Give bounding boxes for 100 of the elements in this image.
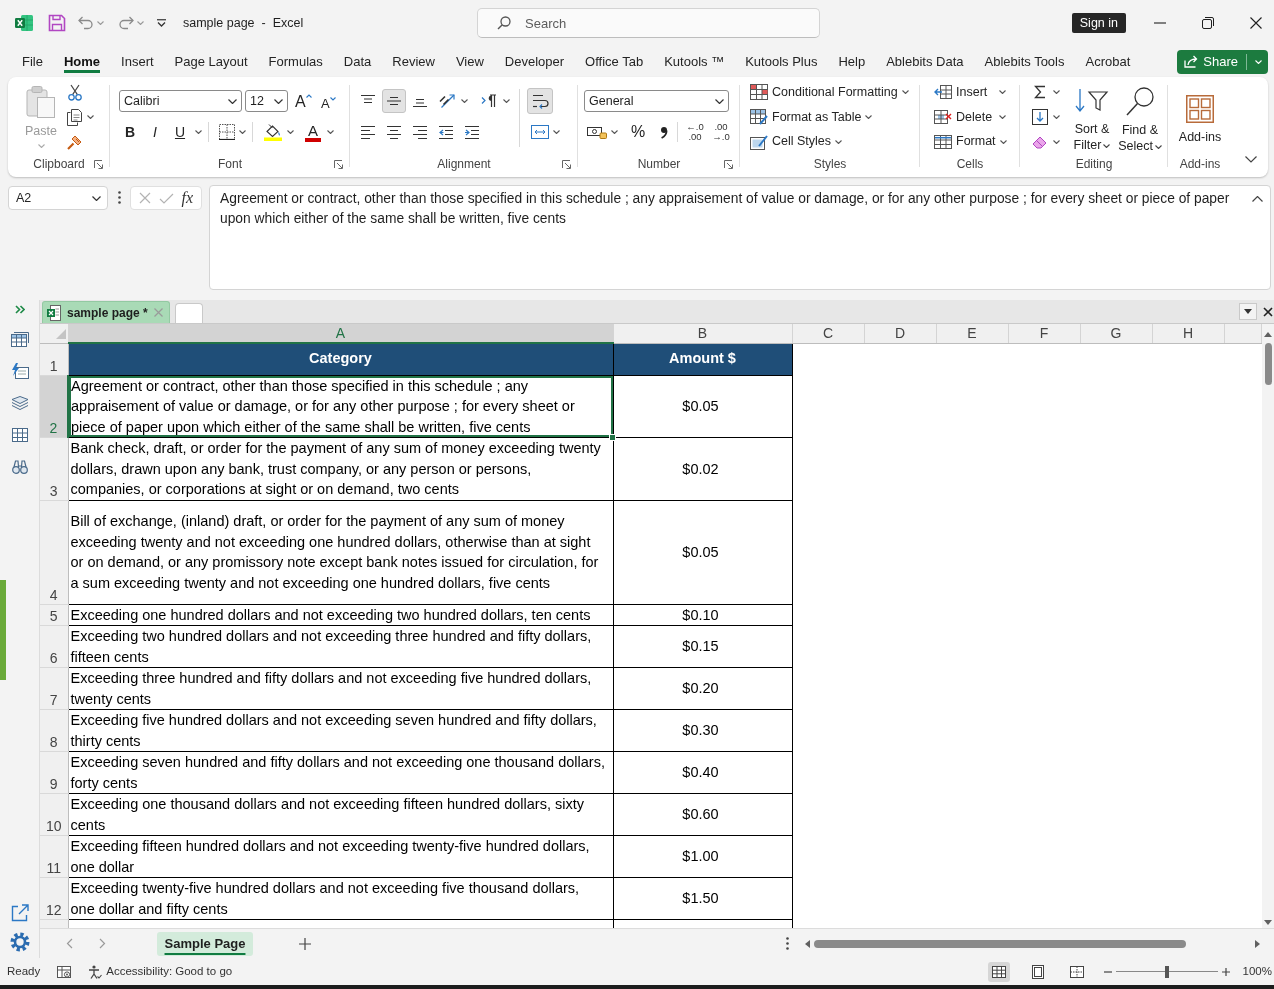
column-heading[interactable]: E (936, 324, 1008, 343)
table-cell[interactable]: $1.00 (613, 835, 792, 878)
insert-function-button[interactable]: fx (181, 190, 194, 206)
caret-icon[interactable] (1103, 143, 1111, 148)
header-cell[interactable]: Amount $ (613, 343, 792, 375)
scroll-left-icon[interactable] (805, 939, 810, 948)
caret-icon[interactable] (274, 98, 283, 104)
fill-bucket-icon[interactable] (264, 123, 282, 141)
column-heading[interactable]: C (792, 324, 864, 343)
ribbon-tab[interactable]: Help (838, 50, 866, 73)
ribbon-tab[interactable]: Kutools ™ (664, 50, 725, 73)
more-options-icon[interactable] (118, 191, 121, 204)
percent-style-button[interactable]: % (630, 121, 646, 143)
settings-icon[interactable] (9, 932, 30, 952)
grow-font-button[interactable]: A (295, 90, 312, 112)
table-cell[interactable]: $0.30 (613, 709, 792, 752)
caret-icon[interactable] (87, 115, 94, 119)
caret-icon[interactable] (835, 139, 843, 144)
table-cell[interactable]: $0.02 (613, 437, 792, 500)
scissors-icon[interactable] (68, 83, 82, 101)
column-heading[interactable]: D (864, 324, 936, 343)
grid-icon[interactable] (11, 428, 28, 442)
table-cell[interactable]: Exceeding five hundred dollars and not exceeding seven hundred and fifty dollars, thirty cents (68, 709, 613, 752)
caret-icon[interactable] (611, 130, 618, 134)
chevron-down-icon[interactable] (1245, 156, 1257, 163)
caret-icon[interactable] (503, 99, 510, 103)
wrap-text-button[interactable] (527, 87, 553, 114)
caret-icon[interactable] (239, 130, 246, 134)
caret-icon[interactable] (228, 98, 237, 104)
ribbon-tab[interactable]: View (455, 50, 484, 73)
table-cell[interactable]: Bill of exchange, (inland) draft, or order for the payment of any sum of money exceeding twenty and not exceeding one hundred dollars, otherwise than at sight or on demand, or any promissory note except bank notes issued for circulation, for a sum exceeding twenty and not exceeding one hundred dollars, five cents (68, 500, 613, 604)
ribbon-tab[interactable]: Ablebits Data (886, 50, 964, 73)
caret-icon[interactable] (553, 130, 560, 134)
layers-icon[interactable] (10, 396, 29, 410)
paragraph-direction-icon[interactable] (481, 94, 497, 108)
table-cell[interactable]: Exceeding seven hundred and fifty dollars and not exceeding one thousand dollars, forty cents (68, 751, 613, 794)
view-button[interactable] (987, 961, 1010, 982)
table-cell[interactable]: $0.15 (613, 625, 792, 668)
cell-styles-button[interactable]: Cell Styles (750, 129, 920, 154)
format-as-table-button[interactable]: Format as Table (750, 104, 920, 130)
banknote-coins-icon[interactable] (587, 125, 607, 139)
add-sheet-icon[interactable] (299, 937, 311, 950)
shrink-font-button[interactable]: A (321, 90, 336, 112)
formula-field[interactable]: Agreement or contract, other than those specified in this schedule ; any appraisement of value or damage, or for any other purpose ; for every sheet or piece of paper upon which either of the same shall be written, five cents (209, 185, 1271, 290)
increase-decimal-button[interactable]: ←.0 .00 (683, 120, 707, 144)
decrease-decimal-button[interactable]: .00 →.0 (709, 120, 733, 144)
ribbon-tab[interactable]: Kutools Plus (745, 50, 818, 73)
sum-icon[interactable] (1034, 85, 1046, 100)
dialog-launcher-icon[interactable] (724, 159, 733, 169)
double-chevron-icon[interactable] (14, 304, 25, 314)
sign-in-button[interactable]: Sign in (1071, 13, 1126, 33)
column-heading[interactable]: G (1080, 324, 1152, 343)
caret-icon[interactable] (195, 130, 202, 134)
header-cell[interactable]: Category (68, 343, 613, 375)
scroll-thumb[interactable] (814, 939, 1186, 948)
ribbon-tab[interactable]: File (22, 50, 43, 73)
comma-style-icon[interactable] (660, 125, 668, 139)
zoom-level[interactable]: 100% (1242, 962, 1272, 981)
ribbon-tab[interactable]: Review (392, 50, 435, 73)
row-heading[interactable]: 3 (40, 437, 68, 500)
eraser-icon[interactable] (1032, 134, 1048, 149)
panel-handle[interactable] (0, 580, 6, 680)
row-heading[interactable]: 6 (40, 625, 68, 668)
conditional-formatting-button[interactable]: Conditional Formatting (750, 80, 920, 105)
table-cell[interactable]: Exceeding one thousand dollars and not exceeding fifteen hundred dollars, sixty cents (68, 793, 613, 836)
ribbon-tab[interactable]: Page Layout (174, 50, 248, 73)
insert-cells-button[interactable]: Insert (934, 80, 1006, 105)
dialog-launcher-icon[interactable] (334, 159, 343, 169)
table-cell[interactable]: $0.05 (613, 375, 792, 438)
row-heading[interactable]: 8 (40, 709, 68, 752)
ribbon-tab[interactable]: Formulas (268, 50, 323, 73)
search-field[interactable]: Search (477, 8, 820, 38)
sheet-tab[interactable]: Sample Page (157, 931, 253, 956)
zoom-thumb[interactable] (1164, 965, 1169, 978)
text-orientation-icon[interactable] (439, 93, 457, 109)
caret-icon[interactable] (327, 130, 334, 134)
dialog-launcher-icon[interactable] (562, 159, 571, 169)
column-heading[interactable]: F (1008, 324, 1080, 343)
table-cell[interactable]: Exceeding three hundred and fifty dollars and not exceeding five hundred dollars, twenty cents (68, 667, 613, 710)
scroll-up-icon[interactable] (1264, 332, 1272, 337)
caret-icon[interactable] (1154, 144, 1162, 149)
redo-icon[interactable] (118, 16, 134, 30)
table-cell[interactable]: Exceeding two hundred dollars and not exceeding three hundred and fifty dollars, fifteen cents (68, 625, 613, 668)
external-link-icon[interactable] (10, 904, 29, 922)
row-heading[interactable]: 10 (40, 793, 68, 836)
accessibility-icon[interactable] (88, 964, 103, 979)
column-heading[interactable]: H (1152, 324, 1224, 343)
brush-icon[interactable] (67, 133, 83, 150)
caret-icon[interactable] (1053, 139, 1060, 144)
name-box[interactable]: A2 (8, 186, 108, 210)
close-icon[interactable] (1250, 17, 1262, 29)
table-cell[interactable]: Exceeding one hundred dollars and not exceeding two hundred dollars, ten cents (68, 604, 613, 626)
align-middle-button[interactable] (382, 89, 406, 113)
table-icon[interactable] (10, 331, 29, 347)
scroll-right-icon[interactable] (1255, 939, 1260, 948)
bold-button[interactable]: B (119, 121, 141, 143)
row-heading[interactable]: 11 (40, 835, 68, 878)
row-heading[interactable]: 9 (40, 751, 68, 794)
caret-icon[interactable] (715, 98, 724, 104)
caret-icon[interactable] (1053, 115, 1060, 119)
